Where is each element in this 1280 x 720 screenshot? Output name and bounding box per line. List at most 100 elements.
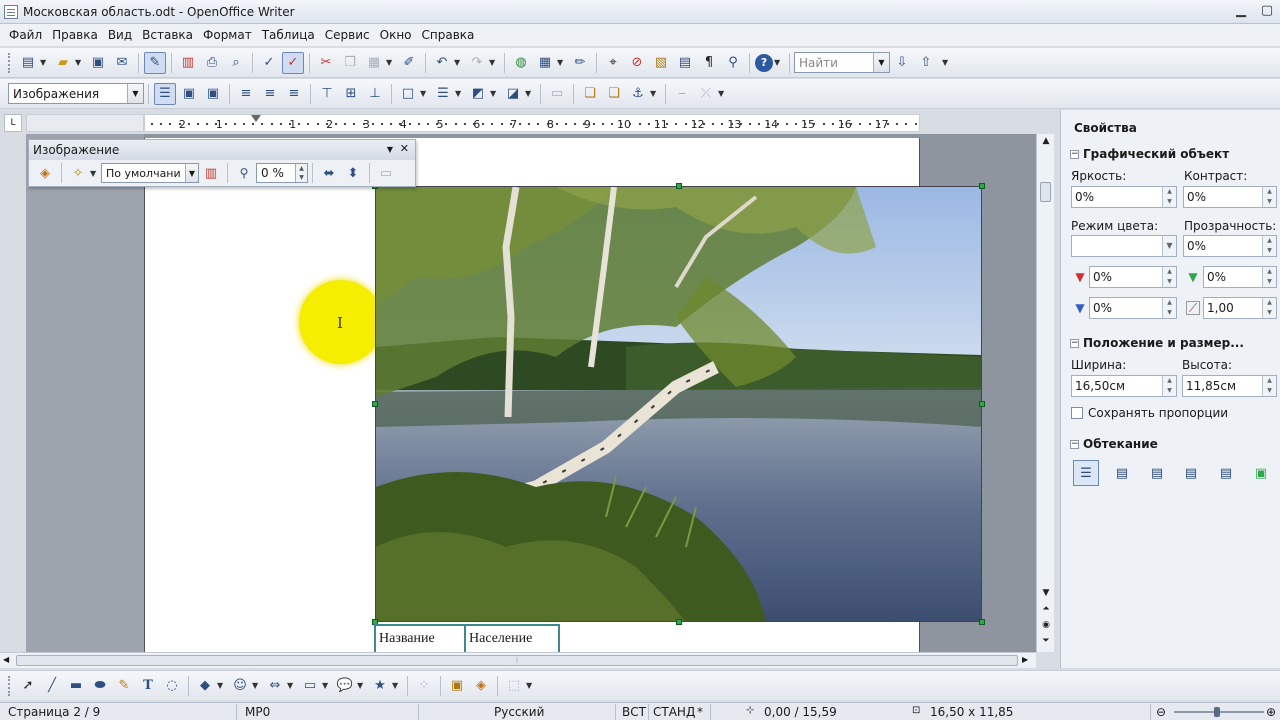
spin-arrows-icon[interactable]: ▲ ▼	[1162, 298, 1176, 318]
contrast-field[interactable]: 0% ▲ ▼	[1183, 186, 1277, 208]
keep-ratio-checkbox[interactable]	[1071, 407, 1083, 419]
find-previous-icon[interactable]: ⇧	[915, 52, 937, 74]
horizontal-scroll-thumb[interactable]: ⦙	[16, 655, 1018, 666]
horizontal-ruler[interactable]: 2 1 1 2 3 4 5 6 7 8 9 10 11 12 13 14 15 16 17	[144, 114, 920, 132]
chevron-down-icon[interactable]: ▼	[75, 58, 83, 67]
zoom-slider-thumb[interactable]	[1214, 707, 1220, 717]
bring-to-front-icon[interactable]: ❏	[579, 83, 601, 105]
chevron-down-icon[interactable]: ▼	[650, 89, 658, 98]
spin-arrows-icon[interactable]: ▲ ▼	[1262, 187, 1276, 207]
menu-window[interactable]: Окно	[375, 28, 417, 42]
magic-wand-icon[interactable]: ✧	[67, 162, 89, 184]
resize-handle-ne[interactable]	[979, 183, 985, 189]
line-icon[interactable]: ╱	[41, 675, 63, 697]
email-icon[interactable]: ✉	[111, 52, 133, 74]
height-field[interactable]: 11,85см ▲ ▼	[1182, 375, 1277, 397]
new-document-icon[interactable]: ▤	[17, 52, 39, 74]
line-style-icon[interactable]: ☰	[432, 83, 454, 105]
menu-tools[interactable]: Сервис	[320, 28, 375, 42]
crop-icon[interactable]: ▭	[375, 162, 397, 184]
chevron-down-icon[interactable]: ▼	[127, 84, 143, 103]
callout-icon[interactable]: ◌	[161, 675, 183, 697]
format-paintbrush-icon[interactable]: ✐	[398, 52, 420, 74]
align-top-icon[interactable]: ⊤	[316, 83, 338, 105]
graphic-section-header[interactable]: − Графический объект	[1070, 147, 1229, 161]
table-header-cell[interactable]: Название	[374, 626, 464, 652]
selected-image[interactable]	[375, 186, 982, 622]
selection-mode[interactable]: СТАНД	[653, 705, 695, 719]
menu-file[interactable]: Файл	[4, 28, 47, 42]
previous-page-icon[interactable]: ⏶	[1039, 602, 1053, 616]
scroll-up-icon[interactable]: ▲	[1039, 134, 1053, 148]
menu-format[interactable]: Формат	[198, 28, 257, 42]
find-next-icon[interactable]: ⇩	[891, 52, 913, 74]
chevron-down-icon[interactable]: ▼	[387, 145, 393, 154]
toolbar-overflow-icon[interactable]: ▼	[718, 89, 726, 98]
undo-icon[interactable]: ↶	[431, 52, 453, 74]
print-preview-icon[interactable]: ⌕	[225, 52, 247, 74]
select-arrow-icon[interactable]: ➚	[17, 675, 39, 697]
image-filter-icon[interactable]: ◈	[34, 162, 56, 184]
horizontal-scrollbar[interactable]: ◀ ⦙ ▶	[0, 652, 1036, 668]
basic-shapes-icon[interactable]: ◆	[194, 675, 216, 697]
page-indicator[interactable]: Страница 2 / 9	[8, 705, 100, 719]
wrap-off-icon[interactable]: ☰	[154, 82, 176, 105]
chevron-down-icon[interactable]: ▼	[873, 53, 889, 72]
redo-icon[interactable]: ↷	[466, 52, 488, 74]
resize-handle-e[interactable]	[979, 401, 985, 407]
image-toolbar[interactable]: Изображение ▼ ✕ ◈ ✧ ▼ По умолчани ▼ ▥ ⚲ 0…	[28, 139, 416, 187]
vertical-scrollbar[interactable]: ▲ ▼ ⏶ ◉ ⏷	[1036, 134, 1054, 652]
frame-properties-icon[interactable]: ▭	[546, 83, 568, 105]
chevron-down-icon[interactable]: ▼	[557, 58, 565, 67]
wrap-optimal-button[interactable]: ▤	[1144, 460, 1170, 486]
collapse-icon[interactable]: −	[1070, 439, 1079, 449]
zoom-in-icon[interactable]: ⊕	[1266, 705, 1276, 719]
image-transparency-field[interactable]: 0 % ▲ ▼	[256, 163, 308, 183]
document-area[interactable]: I Название Население	[26, 134, 1036, 652]
chevron-down-icon[interactable]: ▼	[1162, 236, 1176, 256]
toolbar-overflow-icon[interactable]: ▼	[942, 58, 950, 67]
symbol-shapes-icon[interactable]: ☺	[229, 675, 251, 697]
find-replace-icon[interactable]: ⌖	[602, 52, 624, 74]
document-page[interactable]: I Название Население	[144, 138, 985, 652]
chevron-down-icon[interactable]: ▼	[252, 681, 260, 690]
minimize-button[interactable]: ▁	[1228, 0, 1254, 20]
resize-handle-n[interactable]	[676, 183, 682, 189]
spin-arrows-icon[interactable]: ▲ ▼	[1162, 376, 1176, 396]
collapse-icon[interactable]: −	[1070, 338, 1079, 348]
chevron-down-icon[interactable]: ▼	[392, 681, 400, 690]
close-icon[interactable]: ✕	[400, 142, 409, 155]
chevron-down-icon[interactable]: ▼	[40, 58, 48, 67]
anchor-icon[interactable]: ⚓	[627, 83, 649, 105]
spin-arrows-icon[interactable]: ▲ ▼	[1162, 267, 1176, 287]
resize-handle-w[interactable]	[372, 401, 378, 407]
align-left-icon[interactable]: ≡	[235, 83, 257, 105]
toolbar-grip[interactable]	[8, 52, 12, 73]
chevron-down-icon[interactable]: ▼	[217, 681, 225, 690]
flowchart-icon[interactable]: ▭	[299, 675, 321, 697]
resize-handle-se[interactable]	[979, 619, 985, 625]
edit-mode-icon[interactable]: ✎	[144, 51, 166, 74]
color-icon[interactable]: ▥	[200, 162, 222, 184]
formatting-marks-icon[interactable]: ¶	[698, 52, 720, 74]
chevron-down-icon[interactable]: ▼	[185, 164, 198, 182]
unlink-frames-icon[interactable]: ⤫	[695, 83, 717, 105]
navigator-icon[interactable]: ⊘	[626, 52, 648, 74]
from-file-icon[interactable]: ◈	[470, 675, 492, 697]
find-input[interactable]: Найти ▼	[794, 52, 890, 73]
transparency-icon[interactable]: ⚲	[233, 162, 255, 184]
toolbar-grip[interactable]	[8, 675, 12, 696]
open-folder-icon[interactable]: ▰	[52, 52, 74, 74]
spin-arrows-icon[interactable]: ▲ ▼	[295, 164, 307, 182]
ellipse-icon[interactable]: ⬬	[89, 675, 111, 697]
freeform-icon[interactable]: ✎	[113, 675, 135, 697]
help-icon[interactable]: ?	[755, 53, 773, 72]
table-icon[interactable]: ▦	[534, 52, 556, 74]
save-icon[interactable]: ▣	[87, 52, 109, 74]
background-color-icon[interactable]: ◪	[502, 83, 524, 105]
copy-icon[interactable]: ❐	[339, 52, 361, 74]
menu-insert[interactable]: Вставка	[137, 28, 198, 42]
block-arrows-icon[interactable]: ⇔	[264, 675, 286, 697]
chevron-down-icon[interactable]: ▼	[322, 681, 330, 690]
rectangle-icon[interactable]: ▬	[65, 675, 87, 697]
